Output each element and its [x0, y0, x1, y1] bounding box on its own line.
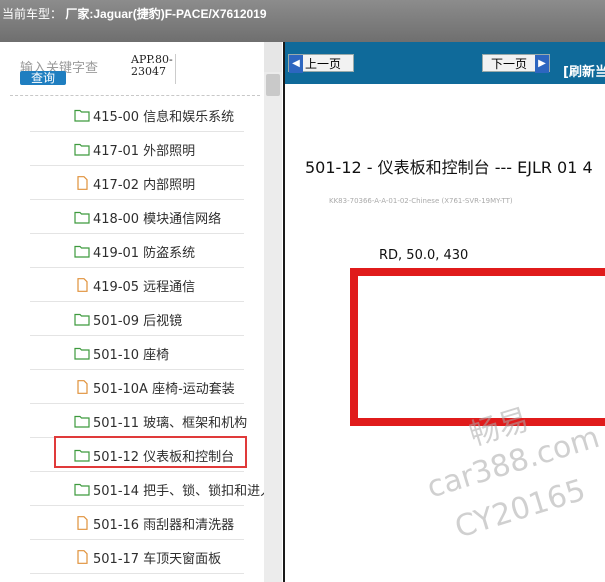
tree-item[interactable]: 417-01 外部照明 — [30, 132, 244, 166]
tree-item-label: 419-01 防盗系统 — [93, 246, 196, 261]
diagram-frame — [350, 268, 605, 426]
tree-item-label: 419-05 远程通信 — [93, 280, 196, 295]
refresh-link[interactable]: [刷新当 — [563, 61, 605, 80]
tree-item[interactable]: 418-00 模块通信网络 — [30, 200, 244, 234]
catalog-tree: 415-00 信息和娱乐系统 417-01 外部照明 417-02 内部照明 418-… — [0, 98, 264, 582]
folder-icon — [74, 481, 90, 496]
folder-icon — [74, 345, 90, 360]
tree-item-label: 501-10A 座椅-运动套装 — [93, 382, 235, 397]
tree-item-label: 417-02 内部照明 — [93, 178, 196, 193]
document-icon — [74, 277, 90, 292]
selected-item-highlight — [54, 436, 247, 468]
left-panel: 输入关键字查 查询 APP.80-23047 415-00 信息和娱乐系统 417… — [0, 42, 282, 582]
divider — [10, 95, 260, 96]
tree-item-label: 415-00 信息和娱乐系统 — [93, 110, 235, 125]
next-page-label: 下一页 — [491, 57, 528, 71]
document-panel: ◀ 上一页 下一页 ▶ [刷新当 501-12 - 仪表板和控制台 --- EJ… — [283, 42, 605, 582]
query-button[interactable]: 查询 — [20, 71, 66, 85]
tree-item-label: 417-01 外部照明 — [93, 144, 196, 159]
document-toolbar: ◀ 上一页 下一页 ▶ [刷新当 — [285, 42, 605, 84]
tree-item[interactable]: 417-02 内部照明 — [30, 166, 244, 200]
scroll-thumb[interactable] — [266, 74, 280, 96]
app-code: APP.80-23047 — [131, 54, 176, 84]
tree-item-label: 501-09 后视镜 — [93, 314, 183, 329]
folder-icon — [74, 243, 90, 258]
prev-page-label: 上一页 — [305, 57, 342, 71]
tree-item[interactable]: 415-00 信息和娱乐系统 — [30, 98, 244, 132]
scroll-up-arrow[interactable] — [264, 42, 282, 72]
tree-item[interactable]: 501-10A 座椅-运动套装 — [30, 370, 244, 404]
arrow-left-icon: ◀ — [289, 55, 303, 73]
folder-icon — [74, 107, 90, 122]
prev-page-button[interactable]: ◀ 上一页 — [288, 54, 354, 73]
vehicle-title-value: 厂家:Jaguar(捷豹)F-PACE/X7612019 — [65, 7, 267, 21]
vehicle-title: 当前车型： 厂家:Jaguar(捷豹)F-PACE/X7612019 — [2, 5, 267, 22]
document-icon — [74, 549, 90, 564]
tree-item-label: 501-11 玻璃、框架和机构 — [93, 416, 248, 431]
title-bar: 当前车型： 厂家:Jaguar(捷豹)F-PACE/X7612019 — [0, 0, 605, 42]
arrow-right-icon: ▶ — [535, 55, 549, 73]
rd-label: RD, 50.0, 430 — [379, 248, 469, 263]
tree-item[interactable]: 501-14 把手、锁、锁扣和进入 — [30, 472, 264, 506]
tree-item-label: 418-00 模块通信网络 — [93, 212, 222, 227]
vehicle-title-label: 当前车型： — [2, 7, 63, 21]
document-icon — [74, 175, 90, 190]
tree-item[interactable]: 419-01 防盗系统 — [30, 234, 244, 268]
document-icon — [74, 515, 90, 530]
tree-item[interactable]: 501-16 雨刮器和清洗器 — [30, 506, 244, 540]
folder-icon — [74, 311, 90, 326]
document-title: 501-12 - 仪表板和控制台 --- EJLR 01 4 — [305, 158, 593, 177]
document-icon — [74, 379, 90, 394]
tree-item[interactable]: 419-05 远程通信 — [30, 268, 244, 302]
next-page-button[interactable]: 下一页 ▶ — [482, 54, 550, 73]
folder-icon — [74, 141, 90, 156]
tree-item-label: 501-10 座椅 — [93, 348, 170, 363]
folder-icon — [74, 413, 90, 428]
tree-scrollbar[interactable] — [264, 42, 282, 582]
tree-item-label: 501-16 雨刮器和清洗器 — [93, 518, 235, 533]
tree-item-label: 501-14 把手、锁、锁扣和进入 — [93, 484, 264, 499]
tree-item-label: 501-17 车顶天窗面板 — [93, 552, 222, 567]
tree-item[interactable]: 501-11 玻璃、框架和机构 — [30, 404, 248, 438]
tree-item[interactable]: 501-17 车顶天窗面板 — [30, 540, 244, 574]
document-subtitle: KK83-70366-A-A-01-02-Chinese (X761-SVR-1… — [329, 197, 513, 205]
tree-item[interactable]: 501-10 座椅 — [30, 336, 244, 370]
folder-icon — [74, 209, 90, 224]
tree-item[interactable]: 501-09 后视镜 — [30, 302, 244, 336]
